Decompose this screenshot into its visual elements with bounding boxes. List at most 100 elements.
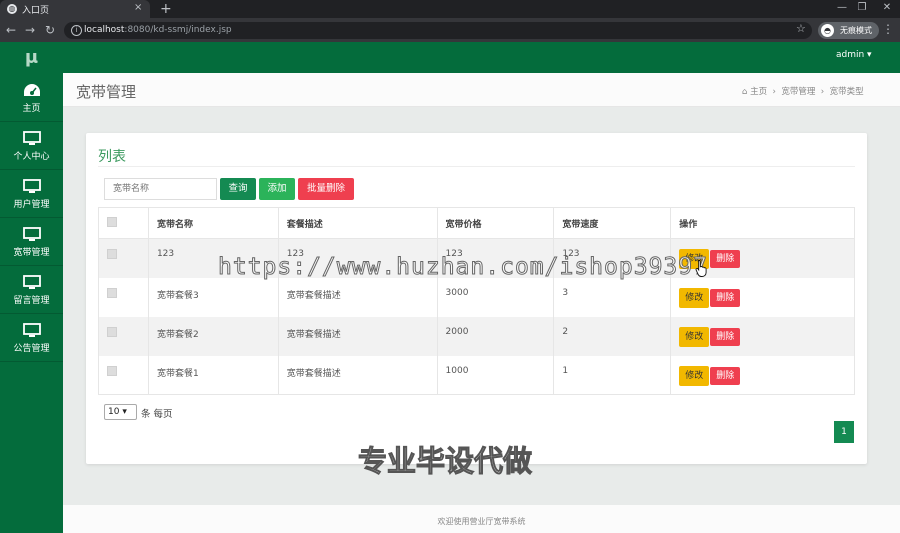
row-checkbox-cell: [98, 277, 149, 317]
delete-button[interactable]: 删除: [710, 250, 741, 269]
browser-menu-icon[interactable]: ⋮: [882, 22, 894, 36]
cell-name: 宽带套餐3: [147, 277, 279, 317]
sidebar-item-label: 留言管理: [13, 296, 50, 306]
reload-icon[interactable]: ↻: [43, 21, 57, 39]
sidebar-item-messages[interactable]: 留言管理: [0, 267, 63, 314]
delete-button[interactable]: 删除: [710, 289, 741, 307]
close-window-icon[interactable]: ✕: [877, 2, 897, 13]
column-header: 宽带价格: [436, 207, 555, 239]
hand-cursor-icon: [695, 260, 707, 277]
dashboard-icon: [23, 84, 40, 96]
select-all-cell: [98, 207, 149, 239]
row-checkbox-cell: [98, 316, 149, 356]
sidebar-item-broadband[interactable]: 宽带管理: [0, 219, 63, 266]
sidebar-item-label: 公告管理: [13, 344, 50, 354]
page-size-label: 条 每页: [141, 409, 173, 420]
row-checkbox[interactable]: [107, 249, 117, 259]
cell-actions: 修改 删除: [670, 277, 855, 317]
row-checkbox[interactable]: [107, 365, 117, 376]
sidebar-item-profile[interactable]: 个人中心: [0, 123, 63, 170]
column-header: 操作: [670, 207, 855, 239]
cell-desc: 宽带套餐描述: [277, 277, 438, 317]
select-all-checkbox[interactable]: [107, 216, 117, 227]
row-checkbox-cell: [98, 355, 149, 395]
page-title: 宽带管理: [76, 83, 137, 101]
address-bar[interactable]: localhost:8080/kd-ssmj/index.jsp: [64, 22, 812, 39]
column-header: 套餐描述: [277, 207, 438, 239]
cell-actions: 修改 删除: [670, 316, 855, 356]
monitor-icon: [22, 323, 41, 337]
monitor-icon: [22, 275, 41, 289]
cell-name: 宽带套餐2: [147, 316, 279, 356]
sidebar-item-label: 宽带管理: [13, 248, 50, 258]
cell-desc: 宽带套餐描述: [277, 316, 438, 356]
edit-button[interactable]: 修改: [679, 327, 710, 347]
table-row: 宽带套餐2 宽带套餐描述 2000 2 修改 删除: [98, 316, 855, 356]
cell-speed: 3: [553, 277, 672, 317]
query-button[interactable]: 查询: [220, 178, 256, 200]
column-header: 宽带名称: [147, 207, 279, 239]
add-button[interactable]: 添加: [259, 178, 295, 200]
breadcrumb-item[interactable]: 主页: [750, 87, 767, 97]
breadcrumb: ⌂ 主页 › 宽带管理 › 宽带类型: [742, 85, 864, 97]
cell-speed: 1: [553, 355, 672, 395]
edit-button[interactable]: 修改: [679, 365, 710, 386]
home-icon: ⌂: [742, 87, 748, 97]
search-input[interactable]: [104, 178, 217, 200]
list-title: 列表: [98, 149, 126, 165]
restore-icon[interactable]: ❐: [852, 2, 872, 13]
chevron-right-icon: ›: [818, 87, 827, 97]
top-bar: [63, 42, 900, 73]
chevron-down-icon: ▾: [122, 407, 127, 417]
row-checkbox-cell: [98, 238, 149, 278]
tab-title: 入口页: [22, 5, 50, 16]
sidebar-item-label: 用户管理: [13, 200, 50, 210]
sidebar-item-label: 主页: [22, 104, 41, 114]
monitor-icon: [22, 179, 41, 193]
url-watermark: https://www.huzhan.com/ishop39397: [218, 254, 708, 281]
sidebar-item-home[interactable]: 主页: [0, 75, 63, 122]
table-header-row: 宽带名称 套餐描述 宽带价格 宽带速度 操作: [98, 207, 855, 239]
bookmark-star-icon[interactable]: ☆: [796, 22, 806, 35]
row-checkbox[interactable]: [107, 326, 117, 337]
forward-icon[interactable]: →: [23, 21, 37, 39]
incognito-icon: ◓: [821, 24, 834, 37]
cell-speed: 2: [553, 316, 672, 356]
breadcrumb-item: 宽带类型: [829, 87, 864, 97]
page-size-select[interactable]: 10 ▾: [104, 404, 137, 420]
cell-actions: 修改 删除: [670, 355, 855, 395]
cell-price: 2000: [436, 316, 555, 356]
cell-desc: 宽带套餐描述: [277, 355, 438, 395]
row-checkbox[interactable]: [107, 287, 117, 298]
pagination-page[interactable]: 1: [834, 421, 854, 443]
tab-close-icon[interactable]: ×: [134, 2, 142, 13]
chevron-right-icon: ›: [769, 87, 779, 97]
minimize-icon[interactable]: —: [832, 2, 852, 13]
cell-price: 1000: [436, 355, 555, 395]
cell-name: 宽带套餐1: [147, 355, 279, 395]
sidebar-item-label: 个人中心: [13, 152, 50, 162]
monitor-icon: [22, 227, 41, 241]
page-size-value: 10: [108, 407, 120, 417]
promo-watermark: 专业毕设代做: [357, 444, 533, 479]
delete-button[interactable]: 删除: [710, 366, 741, 385]
browser-tab[interactable]: 入口页: [0, 0, 150, 18]
breadcrumb-item[interactable]: 宽带管理: [781, 87, 815, 97]
app-logo: μ: [24, 47, 39, 68]
cell-price: 3000: [436, 277, 555, 317]
globe-icon: ◍: [7, 4, 17, 14]
sidebar-item-notices[interactable]: 公告管理: [0, 315, 63, 362]
new-tab-button[interactable]: +: [160, 0, 172, 18]
url-host: localhost: [84, 25, 125, 35]
batch-delete-button[interactable]: 批量删除: [298, 178, 354, 200]
delete-button[interactable]: 删除: [710, 328, 741, 346]
info-icon[interactable]: i: [71, 25, 82, 36]
table-row: 宽带套餐1 宽带套餐描述 1000 1 修改 删除: [98, 355, 855, 395]
sidebar-item-users[interactable]: 用户管理: [0, 171, 63, 218]
column-header: 宽带速度: [553, 207, 672, 239]
user-menu[interactable]: admin ▾: [836, 50, 872, 60]
divider: [98, 166, 855, 167]
broadband-table: 宽带名称 套餐描述 宽带价格 宽带速度 操作 123 123 123 123 修…: [98, 207, 855, 395]
back-icon[interactable]: ←: [4, 21, 18, 39]
edit-button[interactable]: 修改: [679, 288, 710, 308]
